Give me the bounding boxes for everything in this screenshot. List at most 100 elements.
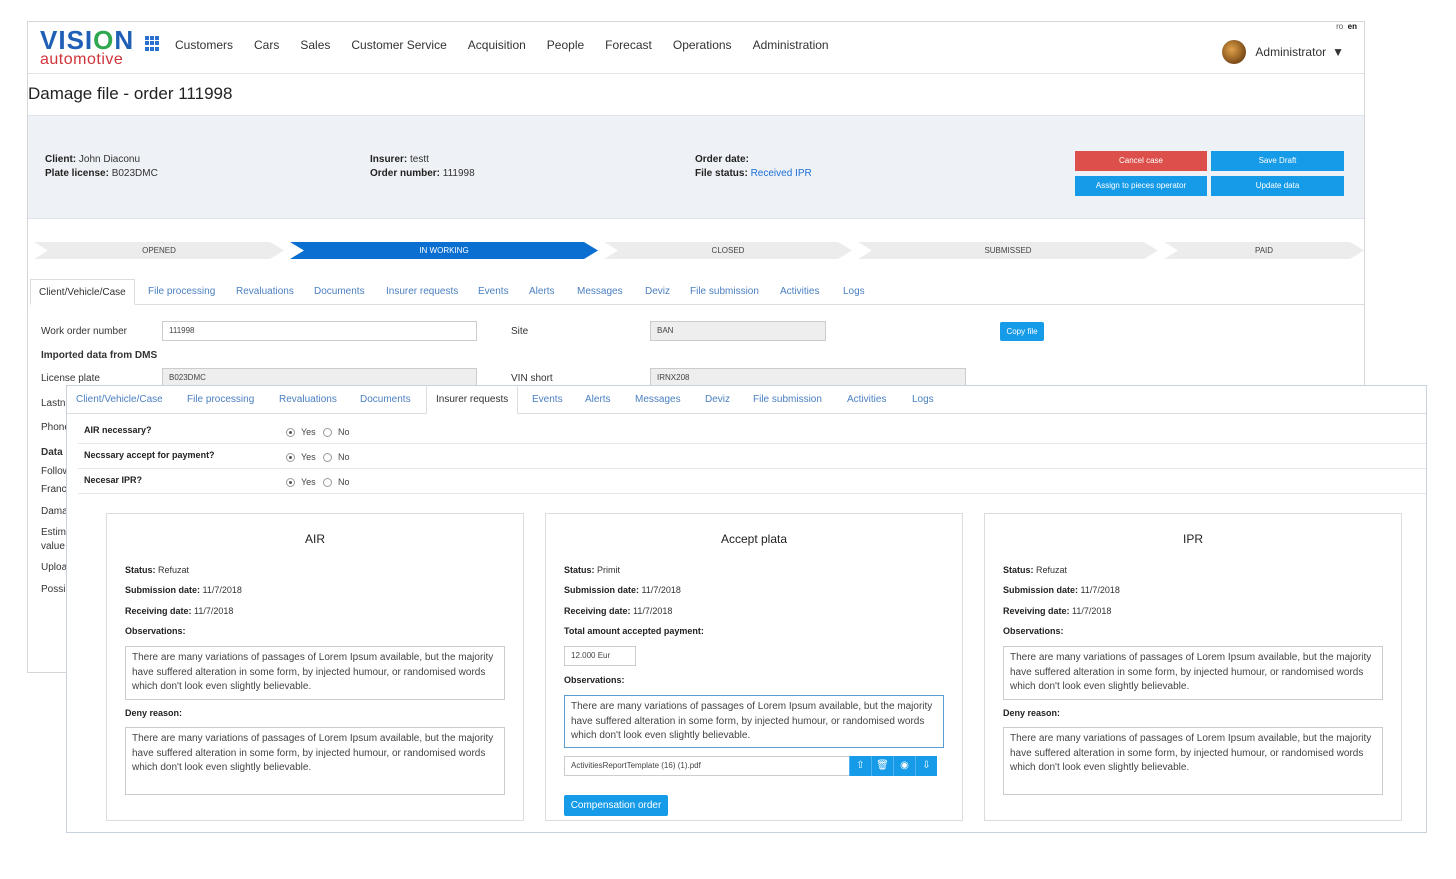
- client-value: John Diaconu: [78, 154, 141, 165]
- deny-reason-textarea[interactable]: There are many variations of passages of…: [125, 727, 505, 795]
- apps-grid-icon[interactable]: [145, 36, 160, 51]
- card-title: Accept plata: [720, 532, 788, 546]
- nav-customers[interactable]: Customers: [175, 38, 233, 52]
- observations-textarea[interactable]: There are many variations of passages of…: [1003, 646, 1383, 700]
- trash-icon[interactable]: 🗑: [871, 756, 893, 776]
- radio-button[interactable]: [286, 452, 295, 462]
- deny-reason-textarea[interactable]: There are many variations of passages of…: [1003, 727, 1383, 795]
- radio-button[interactable]: [323, 452, 332, 462]
- status-row: Status: Refuzat: [125, 565, 189, 575]
- tab-file-submission[interactable]: File submission: [682, 279, 767, 305]
- partial-label: Possi: [41, 584, 66, 595]
- tab-deviz[interactable]: Deviz: [637, 279, 678, 305]
- lang-ro[interactable]: ro: [1336, 22, 1343, 31]
- receiving-date-label: Receiving date:: [564, 606, 631, 616]
- partial-label: Dama: [41, 506, 68, 517]
- tab-client-vehicle-case[interactable]: Client/Vehicle/Case: [67, 386, 172, 414]
- vision-automotive-logo[interactable]: VISION automotive: [40, 27, 138, 68]
- tab-insurer-requests[interactable]: Insurer requests: [426, 386, 519, 414]
- insurer-value: testt: [410, 154, 429, 165]
- nav-people[interactable]: People: [547, 38, 584, 52]
- nav-customer-service[interactable]: Customer Service: [351, 38, 446, 52]
- nav-cars[interactable]: Cars: [254, 38, 279, 52]
- deny-reason-label: Deny reason:: [125, 708, 182, 718]
- tab-alerts[interactable]: Alerts: [521, 279, 563, 305]
- assign-pieces-operator-button[interactable]: Assign to pieces operator: [1075, 176, 1207, 196]
- radio-no[interactable]: No: [323, 427, 350, 437]
- tab-activities[interactable]: Activities: [772, 279, 827, 305]
- file-status-value[interactable]: Received IPR: [751, 168, 812, 179]
- client-label: Client:: [45, 154, 77, 165]
- tab-logs[interactable]: Logs: [835, 279, 873, 305]
- tab-events[interactable]: Events: [470, 279, 517, 305]
- tab-events[interactable]: Events: [523, 386, 572, 414]
- copy-file-button[interactable]: Copy file: [1000, 322, 1044, 341]
- nav-operations[interactable]: Operations: [673, 38, 732, 52]
- status-label: Status:: [1003, 565, 1034, 575]
- status-label: Status:: [125, 565, 156, 575]
- upload-icon[interactable]: ⇧: [849, 756, 871, 776]
- status-value: Refuzat: [1036, 565, 1068, 575]
- nav-forecast[interactable]: Forecast: [605, 38, 652, 52]
- lang-en[interactable]: en: [1348, 22, 1357, 31]
- attachment-file-input[interactable]: ActivitiesReportTemplate (16) (1).pdf: [564, 756, 850, 776]
- order-number-value: 111998: [442, 168, 475, 179]
- tab-deviz[interactable]: Deviz: [696, 386, 739, 414]
- page-title: Damage file - order 111998: [28, 84, 233, 103]
- eye-icon[interactable]: ◉: [893, 756, 915, 776]
- observations-textarea[interactable]: There are many variations of passages of…: [125, 646, 505, 700]
- save-draft-button[interactable]: Save Draft: [1211, 151, 1344, 171]
- radio-label: Yes: [301, 477, 316, 487]
- radio-yes[interactable]: Yes: [286, 477, 316, 487]
- total-amount-input[interactable]: 12.000 Eur: [564, 646, 636, 666]
- nav-sales[interactable]: Sales: [300, 38, 330, 52]
- logo-subtext: automotive: [40, 51, 124, 68]
- work-order-input[interactable]: 111998: [162, 321, 477, 341]
- radio-button[interactable]: [323, 427, 332, 437]
- tab-messages[interactable]: Messages: [569, 279, 631, 305]
- plate-value: B023DMC: [111, 168, 158, 179]
- tab-revaluations[interactable]: Revaluations: [270, 386, 346, 414]
- compensation-order-button[interactable]: Compensation order: [564, 795, 668, 816]
- receiving-date-label: Receiving date:: [125, 606, 192, 616]
- vin-short-label: VIN short: [511, 373, 553, 384]
- site-label: Site: [511, 326, 529, 337]
- user-menu[interactable]: Administrator ▼: [1222, 40, 1344, 64]
- nav-administration[interactable]: Administration: [753, 38, 829, 52]
- tab-file-processing[interactable]: File processing: [178, 386, 263, 414]
- receiving-date-row: Receiving date: 11/7/2018: [564, 606, 672, 616]
- tab-file-processing[interactable]: File processing: [140, 279, 223, 305]
- tab-client-vehicle-case[interactable]: Client/Vehicle/Case: [30, 279, 135, 305]
- radio-no[interactable]: No: [323, 452, 350, 462]
- update-data-button[interactable]: Update data: [1211, 176, 1344, 196]
- radio-yes[interactable]: Yes: [286, 427, 316, 437]
- insurer-label: Insurer:: [370, 154, 408, 165]
- radio-no[interactable]: No: [323, 477, 350, 487]
- question-label: AIR necessary?: [84, 425, 152, 435]
- receiving-date-row: Receiving date: 11/7/2018: [125, 606, 233, 616]
- question-row: Necesar IPR? Yes No: [78, 469, 1426, 494]
- radio-button[interactable]: [286, 427, 295, 437]
- radio-button[interactable]: [286, 477, 295, 487]
- cancel-case-button[interactable]: Cancel case: [1075, 151, 1207, 171]
- partial-label: Franc: [41, 484, 67, 495]
- tab-insurer-requests[interactable]: Insurer requests: [378, 279, 466, 305]
- site-input[interactable]: BAN: [650, 321, 826, 341]
- tab-file-submission[interactable]: File submission: [744, 386, 831, 414]
- tab-logs[interactable]: Logs: [903, 386, 943, 414]
- order-date-label: Order date:: [695, 154, 749, 165]
- tab-alerts[interactable]: Alerts: [576, 386, 620, 414]
- radio-yes[interactable]: Yes: [286, 452, 316, 462]
- radio-label: No: [338, 477, 350, 487]
- tab-documents[interactable]: Documents: [351, 386, 420, 414]
- tab-activities[interactable]: Activities: [838, 386, 895, 414]
- tab-messages[interactable]: Messages: [626, 386, 690, 414]
- radio-button[interactable]: [323, 477, 332, 487]
- ipr-card: IPR Status: Refuzat Submission date: 11/…: [984, 513, 1402, 821]
- tab-documents[interactable]: Documents: [306, 279, 373, 305]
- download-icon[interactable]: ⇩: [915, 756, 937, 776]
- receiving-date-label: Reveiving date:: [1003, 606, 1070, 616]
- observations-textarea[interactable]: There are many variations of passages of…: [564, 695, 944, 748]
- nav-acquisition[interactable]: Acquisition: [468, 38, 526, 52]
- tab-revaluations[interactable]: Revaluations: [228, 279, 302, 305]
